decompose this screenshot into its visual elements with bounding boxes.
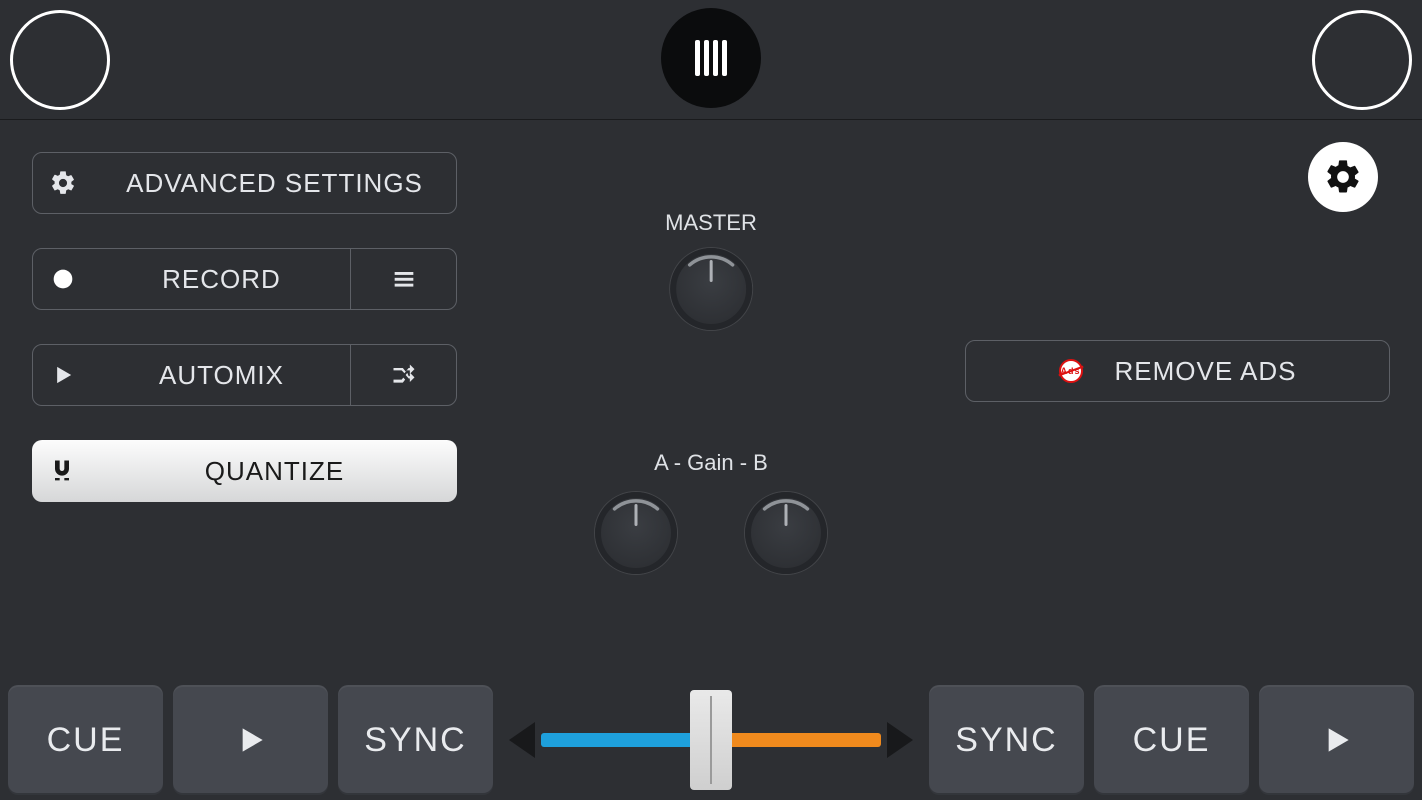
crossfader-track[interactable] xyxy=(541,733,881,747)
main-area: ADVANCED SETTINGS RECORD AUTOMIX xyxy=(0,120,1422,680)
play-icon xyxy=(49,361,77,389)
crossfader-handle[interactable] xyxy=(690,690,732,790)
cue-b-label: CUE xyxy=(1133,721,1211,760)
record-button[interactable]: RECORD xyxy=(33,249,351,309)
advanced-settings-label: ADVANCED SETTINGS xyxy=(93,168,456,199)
remove-ads-button[interactable]: Ads REMOVE ADS xyxy=(965,340,1390,402)
gain-block: A - Gain - B xyxy=(595,450,827,574)
knob-arc xyxy=(593,490,679,576)
settings-button[interactable] xyxy=(1308,142,1378,212)
magnet-icon xyxy=(48,457,76,485)
quantize-label: QUANTIZE xyxy=(92,456,457,487)
knob-arc xyxy=(668,246,754,332)
left-column: ADVANCED SETTINGS RECORD AUTOMIX xyxy=(32,152,457,502)
transport-bar: CUE SYNC SYNC CUE xyxy=(0,680,1422,800)
shuffle-icon xyxy=(390,361,418,389)
automix-button[interactable]: AUTOMIX xyxy=(33,345,351,405)
gain-b-knob[interactable] xyxy=(745,492,827,574)
play-b-button[interactable] xyxy=(1259,685,1414,795)
play-icon xyxy=(231,720,271,760)
quantize-button[interactable]: QUANTIZE xyxy=(32,440,457,502)
jog-wheel-left[interactable] xyxy=(10,10,110,110)
knob-arc xyxy=(743,490,829,576)
library-button[interactable] xyxy=(661,8,761,108)
gain-a-knob[interactable] xyxy=(595,492,677,574)
record-row: RECORD xyxy=(32,248,457,310)
menu-icon xyxy=(390,265,418,293)
master-volume-knob[interactable] xyxy=(670,248,752,330)
no-ads-icon: Ads xyxy=(1059,359,1083,383)
crossfader-left-icon[interactable] xyxy=(509,722,535,758)
play-icon xyxy=(1317,720,1357,760)
record-label: RECORD xyxy=(93,264,350,295)
record-icon xyxy=(49,265,77,293)
shuffle-button[interactable] xyxy=(351,361,456,389)
cue-a-label: CUE xyxy=(47,721,125,760)
sync-a-button[interactable]: SYNC xyxy=(338,685,493,795)
cue-b-button[interactable]: CUE xyxy=(1094,685,1249,795)
top-bar xyxy=(0,0,1422,120)
gear-icon xyxy=(1323,157,1363,197)
sync-b-label: SYNC xyxy=(955,721,1057,760)
advanced-settings-button[interactable]: ADVANCED SETTINGS xyxy=(32,152,457,214)
record-menu-button[interactable] xyxy=(351,265,456,293)
crossfader-deck-a-fill xyxy=(541,733,711,747)
sync-b-button[interactable]: SYNC xyxy=(929,685,1084,795)
master-label: MASTER xyxy=(665,210,757,236)
automix-label: AUTOMIX xyxy=(93,360,350,391)
bars-icon xyxy=(695,40,727,76)
play-a-button[interactable] xyxy=(173,685,328,795)
crossfader-zone xyxy=(503,685,919,795)
crossfader-right-icon[interactable] xyxy=(887,722,913,758)
remove-ads-label: REMOVE ADS xyxy=(1115,356,1297,387)
crossfader-deck-b-fill xyxy=(711,733,881,747)
gear-icon xyxy=(49,169,77,197)
jog-wheel-right[interactable] xyxy=(1312,10,1412,110)
gain-label: A - Gain - B xyxy=(595,450,827,476)
sync-a-label: SYNC xyxy=(364,721,466,760)
automix-row: AUTOMIX xyxy=(32,344,457,406)
cue-a-button[interactable]: CUE xyxy=(8,685,163,795)
master-block: MASTER xyxy=(665,210,757,330)
